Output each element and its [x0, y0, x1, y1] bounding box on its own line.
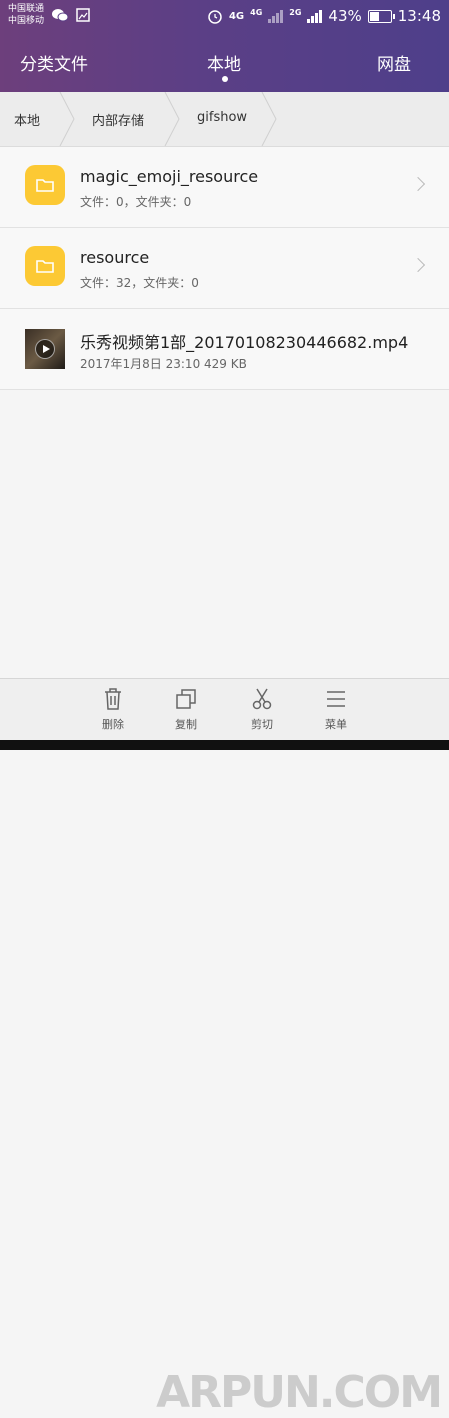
battery-percent: 43% [328, 7, 362, 25]
file-meta: 文件：0，文件夹：0 [80, 195, 192, 209]
carrier-2: 中国移动 [8, 16, 45, 26]
breadcrumb-item-local[interactable]: 本地 [14, 110, 40, 129]
system-nav-bar [0, 740, 449, 750]
file-name: magic_emoji_resource [80, 167, 259, 186]
chevron-right-icon [261, 92, 277, 146]
list-item[interactable]: resource 文件：32，文件夹：0 [0, 228, 449, 309]
tab-categories[interactable]: 分类文件 [20, 50, 88, 75]
header: 中国联通 中国移动 4G 4G 2G 43% 13:48 分类文件 本地 网盘 [0, 0, 449, 92]
cut-label: 剪切 [251, 718, 273, 731]
delete-button[interactable]: 删除 [88, 687, 138, 732]
breadcrumb-item-gifshow[interactable]: gifshow [197, 110, 247, 125]
folder-icon [25, 246, 65, 286]
image-icon [76, 8, 90, 22]
file-list: magic_emoji_resource 文件：0，文件夹：0 resource… [0, 147, 449, 390]
cut-button[interactable]: 剪切 [237, 687, 287, 732]
watermark: ARPUN.COM [156, 1367, 443, 1418]
bottom-toolbar: 删除 复制 剪切 菜单 ARPUN.COM [0, 678, 449, 1418]
carrier-info: 中国联通 中国移动 [8, 3, 44, 27]
signal-bars-icon [268, 9, 284, 23]
alarm-icon [208, 10, 222, 24]
file-name: 乐秀视频第1部_20170108230446682.mp4 [80, 333, 409, 352]
breadcrumb: 本地 内部存储 gifshow [0, 92, 449, 147]
folder-icon [25, 165, 65, 205]
network-4g: 4G [228, 10, 245, 22]
menu-label: 菜单 [325, 718, 347, 731]
copy-button[interactable]: 复制 [161, 687, 211, 732]
list-item[interactable]: 乐秀视频第1部_20170108230446682.mp4 2017年1月8日 … [0, 309, 449, 390]
notification-icons [52, 8, 90, 22]
menu-button[interactable]: 菜单 [311, 687, 361, 732]
copy-icon [176, 689, 196, 709]
tab-bar: 分类文件 本地 网盘 [0, 34, 449, 92]
copy-label: 复制 [175, 718, 197, 731]
menu-icon [327, 691, 345, 707]
file-meta: 文件：32，文件夹：0 [80, 276, 199, 290]
breadcrumb-item-internal-storage[interactable]: 内部存储 [92, 110, 144, 129]
chevron-right-icon [59, 92, 75, 146]
signal-bars-2-icon [307, 9, 323, 23]
play-icon [35, 339, 55, 359]
status-bar: 中国联通 中国移动 4G 4G 2G 43% 13:48 [0, 0, 449, 34]
file-meta: 2017年1月8日 23:10 429 KB [80, 357, 247, 371]
network-2g: 2G [289, 7, 302, 17]
network-4g-small: 4G [250, 7, 263, 17]
active-tab-indicator [222, 76, 228, 82]
tab-local[interactable]: 本地 [207, 50, 241, 75]
battery-icon [367, 9, 395, 23]
chevron-right-icon [164, 92, 180, 146]
file-name: resource [80, 248, 150, 267]
delete-label: 删除 [102, 718, 124, 731]
video-thumbnail [25, 329, 65, 369]
scissors-icon [252, 688, 272, 710]
list-item[interactable]: magic_emoji_resource 文件：0，文件夹：0 [0, 147, 449, 228]
tab-cloud[interactable]: 网盘 [377, 50, 411, 75]
wechat-icon [52, 9, 68, 22]
trash-icon [105, 688, 121, 710]
status-right: 4G 4G 2G 43% 13:48 [207, 7, 441, 25]
chevron-right-icon [410, 176, 426, 192]
clock: 13:48 [397, 7, 441, 25]
chevron-right-icon [410, 257, 426, 273]
carrier-1: 中国联通 [8, 4, 45, 14]
